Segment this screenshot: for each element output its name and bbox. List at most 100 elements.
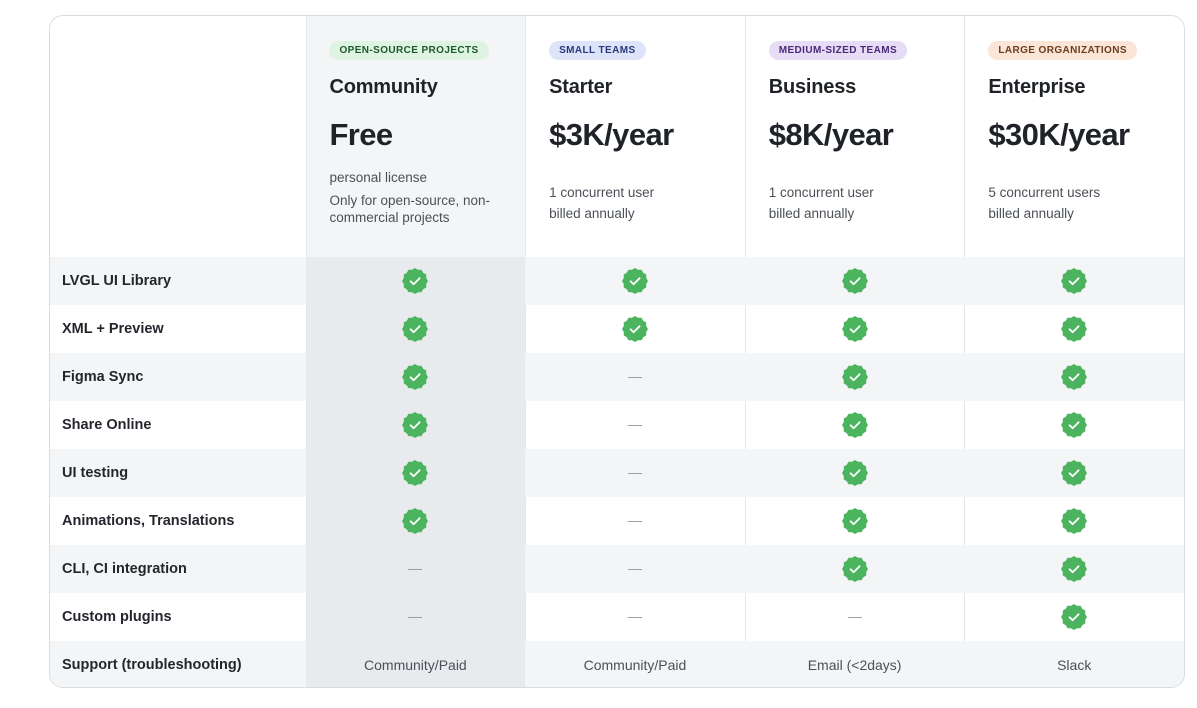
check-badge-icon — [1061, 268, 1088, 294]
plan-community: OPEN-SOURCE PROJECTS Community Free pers… — [305, 16, 525, 257]
check-badge-icon — [402, 364, 429, 390]
plan-billing: billed annually — [768, 206, 855, 221]
check-badge-icon — [841, 316, 868, 342]
feature-cell: Community/Paid — [525, 641, 745, 687]
feature-cell — [745, 545, 965, 593]
feature-cell — [525, 449, 745, 497]
feature-cell — [305, 497, 526, 545]
plan-users: 1 concurrent user — [768, 185, 874, 200]
feature-cell — [525, 545, 745, 593]
check-badge-icon — [841, 556, 868, 582]
plan-note: Only for open-source, non-commercial pro… — [329, 193, 491, 225]
check-badge-icon — [841, 364, 868, 390]
feature-rows: LVGL UI Library XML + Preview Figma Sync Sh… — [50, 257, 1184, 687]
feature-cell — [745, 401, 965, 449]
check-badge-icon — [402, 460, 429, 486]
feature-label: LVGL UI Library — [62, 273, 172, 289]
dash-icon — [627, 568, 642, 570]
table-row: Animations, Translations — [50, 497, 1184, 545]
table-row: Share Online — [50, 401, 1184, 449]
cell-text: Community/Paid — [364, 657, 467, 673]
feature-cell — [305, 449, 526, 497]
plan-badge: OPEN-SOURCE PROJECTS — [329, 41, 489, 60]
feature-cell: Community/Paid — [305, 641, 526, 687]
plan-name: Starter — [549, 76, 613, 98]
cell-text: Email (<2days) — [807, 657, 902, 673]
check-badge-icon — [1061, 604, 1088, 630]
header-spacer — [50, 16, 305, 257]
check-badge-icon — [1061, 508, 1088, 534]
feature-cell — [964, 305, 1184, 353]
feature-cell — [964, 593, 1184, 641]
feature-cell — [305, 401, 526, 449]
plan-price: $3K/year — [549, 117, 674, 152]
feature-cell — [964, 257, 1184, 305]
feature-label: Figma Sync — [62, 369, 144, 385]
plan-license: personal license — [329, 170, 428, 185]
feature-label: Animations, Translations — [62, 513, 235, 529]
table-row: LVGL UI Library — [50, 257, 1184, 305]
feature-cell — [964, 353, 1184, 401]
feature-label: UI testing — [62, 465, 129, 481]
feature-cell — [745, 257, 965, 305]
feature-cell — [305, 545, 526, 593]
dash-icon — [408, 616, 423, 618]
feature-cell — [525, 257, 745, 305]
check-badge-icon — [841, 268, 868, 294]
plan-users: 5 concurrent users — [988, 185, 1101, 200]
table-row: Custom plugins — [50, 593, 1184, 641]
feature-cell — [964, 449, 1184, 497]
check-badge-icon — [402, 412, 429, 438]
dash-icon — [627, 424, 642, 426]
table-row: XML + Preview — [50, 305, 1184, 353]
feature-cell — [525, 497, 745, 545]
feature-cell — [525, 401, 745, 449]
check-badge-icon — [1061, 316, 1088, 342]
feature-cell — [745, 593, 965, 641]
feature-cell — [305, 257, 526, 305]
plan-price: $30K/year — [988, 117, 1130, 152]
check-badge-icon — [1061, 556, 1088, 582]
check-badge-icon — [1061, 412, 1088, 438]
pricing-comparison-table: OPEN-SOURCE PROJECTS Community Free pers… — [49, 15, 1185, 688]
check-badge-icon — [621, 268, 648, 294]
dash-icon — [847, 616, 862, 618]
feature-cell — [305, 593, 526, 641]
dash-icon — [627, 520, 642, 522]
dash-icon — [627, 376, 642, 378]
table-row: UI testing — [50, 449, 1184, 497]
check-badge-icon — [1061, 460, 1088, 486]
feature-cell — [525, 593, 745, 641]
feature-cell — [525, 305, 745, 353]
plans-header: OPEN-SOURCE PROJECTS Community Free pers… — [50, 16, 1184, 257]
feature-cell: Slack — [964, 641, 1184, 687]
plan-name: Community — [329, 76, 438, 98]
dash-icon — [627, 472, 642, 474]
check-badge-icon — [621, 316, 648, 342]
dash-icon — [408, 568, 423, 570]
feature-cell — [964, 545, 1184, 593]
plan-billing: billed annually — [988, 206, 1074, 221]
plan-badge: LARGE ORGANIZATIONS — [988, 41, 1137, 60]
plan-starter: SMALL TEAMS Starter $3K/year 1 concurren… — [525, 16, 745, 257]
plan-price: $8K/year — [768, 117, 894, 152]
table-row: Support (troubleshooting) Community/Paid C… — [50, 641, 1184, 687]
cell-text: Slack — [1057, 657, 1092, 673]
plan-billing: billed annually — [549, 206, 635, 221]
feature-cell — [964, 401, 1184, 449]
check-badge-icon — [402, 316, 429, 342]
check-badge-icon — [841, 412, 868, 438]
feature-cell — [305, 305, 526, 353]
feature-label: CLI, CI integration — [62, 561, 187, 577]
feature-cell — [745, 353, 965, 401]
feature-label: Share Online — [62, 417, 152, 433]
check-badge-icon — [402, 268, 429, 294]
plan-name: Enterprise — [988, 76, 1086, 98]
feature-cell — [305, 353, 526, 401]
check-badge-icon — [841, 460, 868, 486]
feature-cell — [745, 449, 965, 497]
table-row: CLI, CI integration — [50, 545, 1184, 593]
check-badge-icon — [1061, 364, 1088, 390]
feature-cell — [525, 353, 745, 401]
feature-label: XML + Preview — [62, 321, 164, 337]
